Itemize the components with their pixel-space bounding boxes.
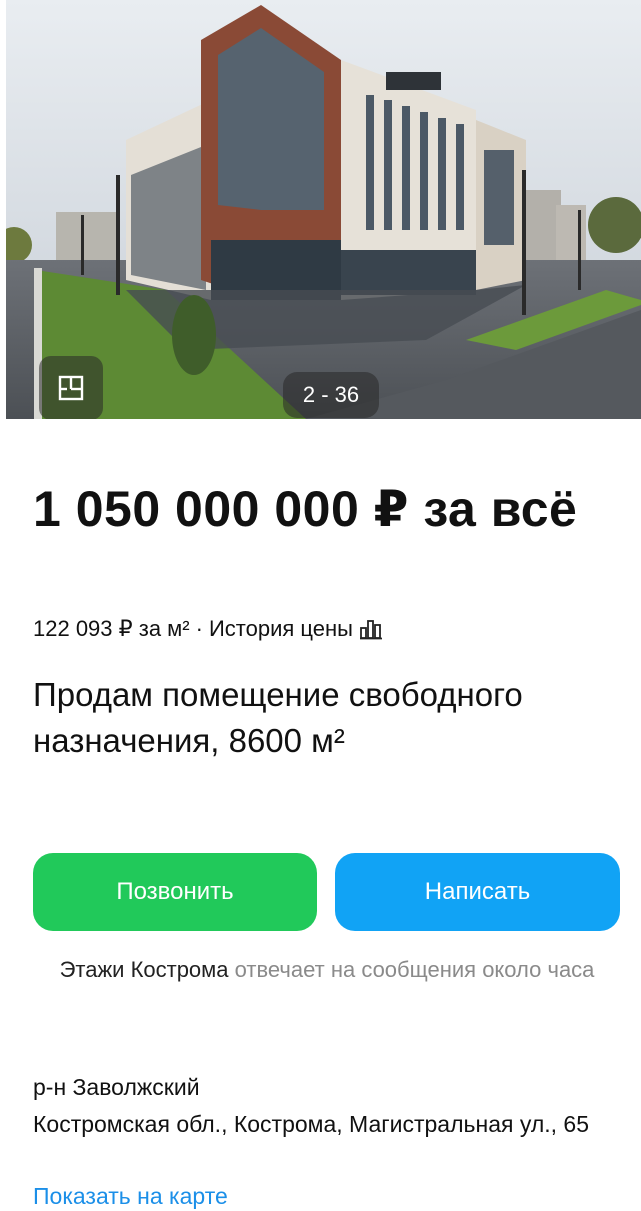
listing-title: Продам помещение свободного назначения, … bbox=[33, 676, 523, 759]
price-per-m2: 122 093 ₽ за м² bbox=[33, 616, 190, 641]
seller-response-info: Этажи Кострома отвечает на сообщения око… bbox=[33, 952, 621, 987]
street-address: Костромская обл., Кострома, Магистральна… bbox=[33, 1111, 590, 1137]
response-time: отвечает на сообщения около часа bbox=[234, 957, 595, 982]
photo-counter: 2 - 36 bbox=[283, 372, 379, 418]
price-details: 122 093 ₽ за м² · История цены bbox=[33, 616, 383, 642]
floor-plan-icon bbox=[58, 375, 84, 401]
building-photo bbox=[6, 0, 641, 419]
call-button[interactable]: Позвонить bbox=[33, 853, 317, 931]
price-history-link[interactable]: История цены bbox=[209, 616, 353, 642]
show-on-map-link[interactable]: Показать на карте bbox=[33, 1181, 228, 1211]
write-button[interactable]: Написать bbox=[335, 853, 620, 931]
separator: · bbox=[195, 616, 203, 641]
address-block: р-н Заволжский Костромская обл., Костром… bbox=[33, 1069, 623, 1143]
seller-name[interactable]: Этажи Кострома bbox=[60, 957, 229, 982]
bar-chart-icon[interactable] bbox=[359, 618, 383, 640]
photo-gallery[interactable]: 2 - 36 bbox=[6, 0, 641, 419]
district: р-н Заволжский bbox=[33, 1074, 200, 1100]
listing-price: 1 050 000 000 ₽ за всё bbox=[33, 481, 578, 537]
floor-plan-button[interactable] bbox=[39, 356, 103, 419]
